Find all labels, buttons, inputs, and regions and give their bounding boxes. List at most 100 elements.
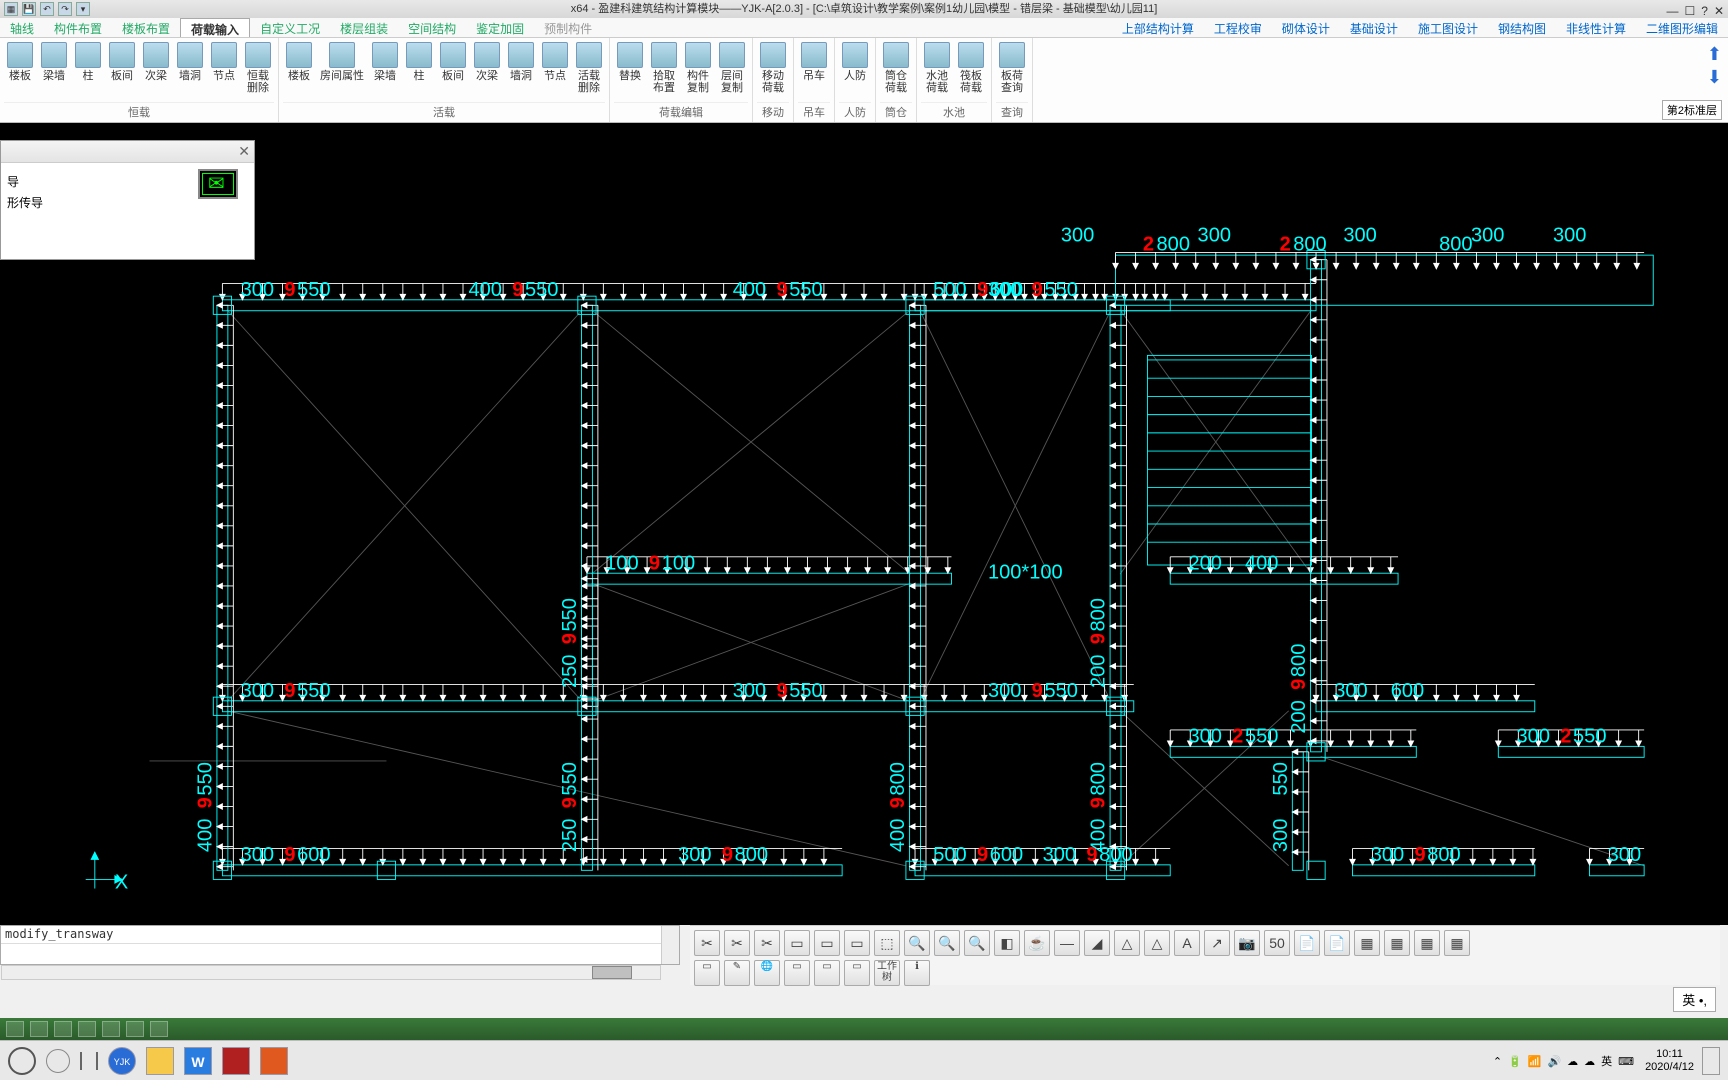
tab-precast[interactable]: 预制构件 [534, 18, 602, 37]
tab-member[interactable]: 构件布置 [44, 18, 112, 37]
panel-close-icon[interactable]: ✕ [238, 143, 250, 160]
qat-redo-icon[interactable]: ↷ [58, 2, 72, 16]
task-app1[interactable] [222, 1047, 250, 1075]
tool-2[interactable]: ✂ [754, 930, 780, 956]
ribbon-btn-g2-2[interactable]: 梁墙 [369, 40, 401, 102]
tool2-7[interactable]: ℹ [904, 960, 930, 986]
status-btn[interactable] [150, 1021, 168, 1037]
qat-undo-icon[interactable]: ↶ [40, 2, 54, 16]
ribbon-btn-g3-3[interactable]: 层间 复制 [716, 40, 748, 102]
tool-5[interactable]: ▭ [844, 930, 870, 956]
tool-24[interactable]: ▦ [1414, 930, 1440, 956]
floor-up-icon[interactable]: ⬆ [1707, 44, 1722, 65]
panel-header[interactable]: ✕ [1, 141, 254, 163]
close-icon[interactable]: ✕ [1714, 2, 1724, 20]
ribbon-btn-g9-0[interactable]: 板荷 查询 [996, 40, 1028, 102]
task-yjk[interactable]: YJK [108, 1047, 136, 1075]
tray-icon[interactable]: ⌃ [1493, 1056, 1502, 1068]
start-button[interactable] [8, 1047, 36, 1075]
ribbon-btn-g2-1[interactable]: 房间属性 [317, 40, 367, 102]
tool-6[interactable]: ⬚ [874, 930, 900, 956]
tool2-5[interactable]: ▭ [844, 960, 870, 986]
tool-9[interactable]: 🔍 [964, 930, 990, 956]
status-btn[interactable] [78, 1021, 96, 1037]
tray-icon[interactable]: 英 [1601, 1056, 1612, 1068]
tool2-4[interactable]: ▭ [814, 960, 840, 986]
tool-20[interactable]: 📄 [1294, 930, 1320, 956]
tray-icon[interactable]: 🔋 [1508, 1056, 1522, 1068]
ribbon-btn-g1-2[interactable]: 柱 [72, 40, 104, 102]
tool-0[interactable]: ✂ [694, 930, 720, 956]
tool-22[interactable]: ▦ [1354, 930, 1380, 956]
tool-25[interactable]: ▦ [1444, 930, 1470, 956]
tool-15[interactable]: △ [1144, 930, 1170, 956]
tool-4[interactable]: ▭ [814, 930, 840, 956]
rtab-upper-calc[interactable]: 上部结构计算 [1112, 18, 1204, 37]
ribbon-btn-g5-0[interactable]: 吊车 [798, 40, 830, 102]
tool-23[interactable]: ▦ [1384, 930, 1410, 956]
ribbon-btn-g1-0[interactable]: 楼板 [4, 40, 36, 102]
ribbon-btn-g1-7[interactable]: 恒载 删除 [242, 40, 274, 102]
qat-settings-icon[interactable]: ▾ [76, 2, 90, 16]
tab-custom-case[interactable]: 自定义工况 [250, 18, 330, 37]
task-app2[interactable] [260, 1047, 288, 1075]
status-btn[interactable] [126, 1021, 144, 1037]
tray-icon[interactable]: 📶 [1528, 1056, 1542, 1068]
ribbon-btn-g2-4[interactable]: 板间 [437, 40, 469, 102]
drawing-canvas[interactable]: X300955010091003009550300960050096002004… [0, 123, 1728, 925]
ribbon-btn-g1-3[interactable]: 板间 [106, 40, 138, 102]
ribbon-btn-g3-1[interactable]: 拾取 布置 [648, 40, 680, 102]
ribbon-btn-g7-0[interactable]: 筒仓 荷载 [880, 40, 912, 102]
ribbon-btn-g1-1[interactable]: 梁墙 [38, 40, 70, 102]
ime-indicator[interactable]: 英 •, [1673, 987, 1716, 1012]
tool-11[interactable]: ☕ [1024, 930, 1050, 956]
ribbon-btn-g2-7[interactable]: 节点 [539, 40, 571, 102]
tray-icon[interactable]: 🔊 [1547, 1056, 1561, 1068]
rtab-masonry[interactable]: 砌体设计 [1272, 18, 1340, 37]
tab-space[interactable]: 空间结构 [398, 18, 466, 37]
command-input[interactable] [1, 944, 641, 963]
ribbon-btn-g6-0[interactable]: 人防 [839, 40, 871, 102]
status-btn[interactable] [6, 1021, 24, 1037]
rtab-2d-edit[interactable]: 二维图形编辑 [1636, 18, 1728, 37]
floor-down-icon[interactable]: ⬇ [1707, 67, 1722, 88]
tool-16[interactable]: A [1174, 930, 1200, 956]
tab-floor-asm[interactable]: 楼层组装 [330, 18, 398, 37]
tray-icon[interactable]: ☁ [1584, 1056, 1595, 1068]
rtab-review[interactable]: 工程校审 [1204, 18, 1272, 37]
tool-18[interactable]: 📷 [1234, 930, 1260, 956]
tool2-3[interactable]: ▭ [784, 960, 810, 986]
task-explorer[interactable] [146, 1047, 174, 1075]
ribbon-btn-g2-3[interactable]: 柱 [403, 40, 435, 102]
ribbon-btn-g2-0[interactable]: 楼板 [283, 40, 315, 102]
qat-save-icon[interactable]: 💾 [22, 2, 36, 16]
ribbon-btn-g8-1[interactable]: 筏板 荷载 [955, 40, 987, 102]
search-icon[interactable] [46, 1049, 70, 1073]
ribbon-btn-g1-4[interactable]: 次梁 [140, 40, 172, 102]
rtab-steel[interactable]: 钢结构图 [1488, 18, 1556, 37]
tool-14[interactable]: △ [1114, 930, 1140, 956]
tab-load-input[interactable]: 荷载输入 [180, 18, 250, 37]
clock[interactable]: 10:11 2020/4/12 [1645, 1048, 1694, 1074]
taskview-icon[interactable] [80, 1052, 98, 1070]
ribbon-btn-g4-0[interactable]: 移动 荷载 [757, 40, 789, 102]
tool-3[interactable]: ▭ [784, 930, 810, 956]
envelope-icon[interactable] [198, 169, 238, 199]
tab-retrofit[interactable]: 鉴定加固 [466, 18, 534, 37]
rtab-foundation[interactable]: 基础设计 [1340, 18, 1408, 37]
ribbon-btn-g1-5[interactable]: 墙洞 [174, 40, 206, 102]
tool-8[interactable]: 🔍 [934, 930, 960, 956]
ribbon-btn-g1-6[interactable]: 节点 [208, 40, 240, 102]
tray-icon[interactable]: ⌨ [1618, 1056, 1634, 1068]
tool2-0[interactable]: ▭ [694, 960, 720, 986]
floor-indicator[interactable]: 第2标准层 [1662, 100, 1722, 120]
cmd-hscroll[interactable] [1, 965, 661, 980]
tool-1[interactable]: ✂ [724, 930, 750, 956]
tool-12[interactable]: — [1054, 930, 1080, 956]
ribbon-btn-g2-6[interactable]: 墙洞 [505, 40, 537, 102]
tool-10[interactable]: ◧ [994, 930, 1020, 956]
qat-new-icon[interactable]: ▦ [4, 2, 18, 16]
tool2-2[interactable]: 🌐 [754, 960, 780, 986]
ribbon-btn-g8-0[interactable]: 水池 荷载 [921, 40, 953, 102]
ribbon-btn-g2-8[interactable]: 活载 删除 [573, 40, 605, 102]
